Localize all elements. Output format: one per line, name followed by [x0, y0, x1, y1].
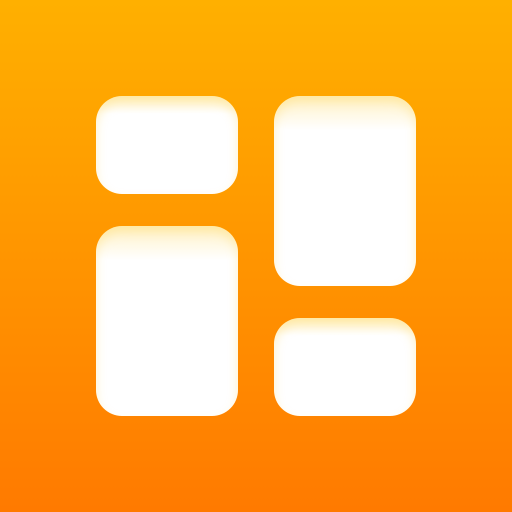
tile-bottom-left [96, 226, 238, 416]
tile-top-right [274, 96, 416, 286]
tile-top-left [96, 96, 238, 194]
app-icon[interactable] [0, 0, 512, 512]
tile-bottom-right [274, 318, 416, 416]
